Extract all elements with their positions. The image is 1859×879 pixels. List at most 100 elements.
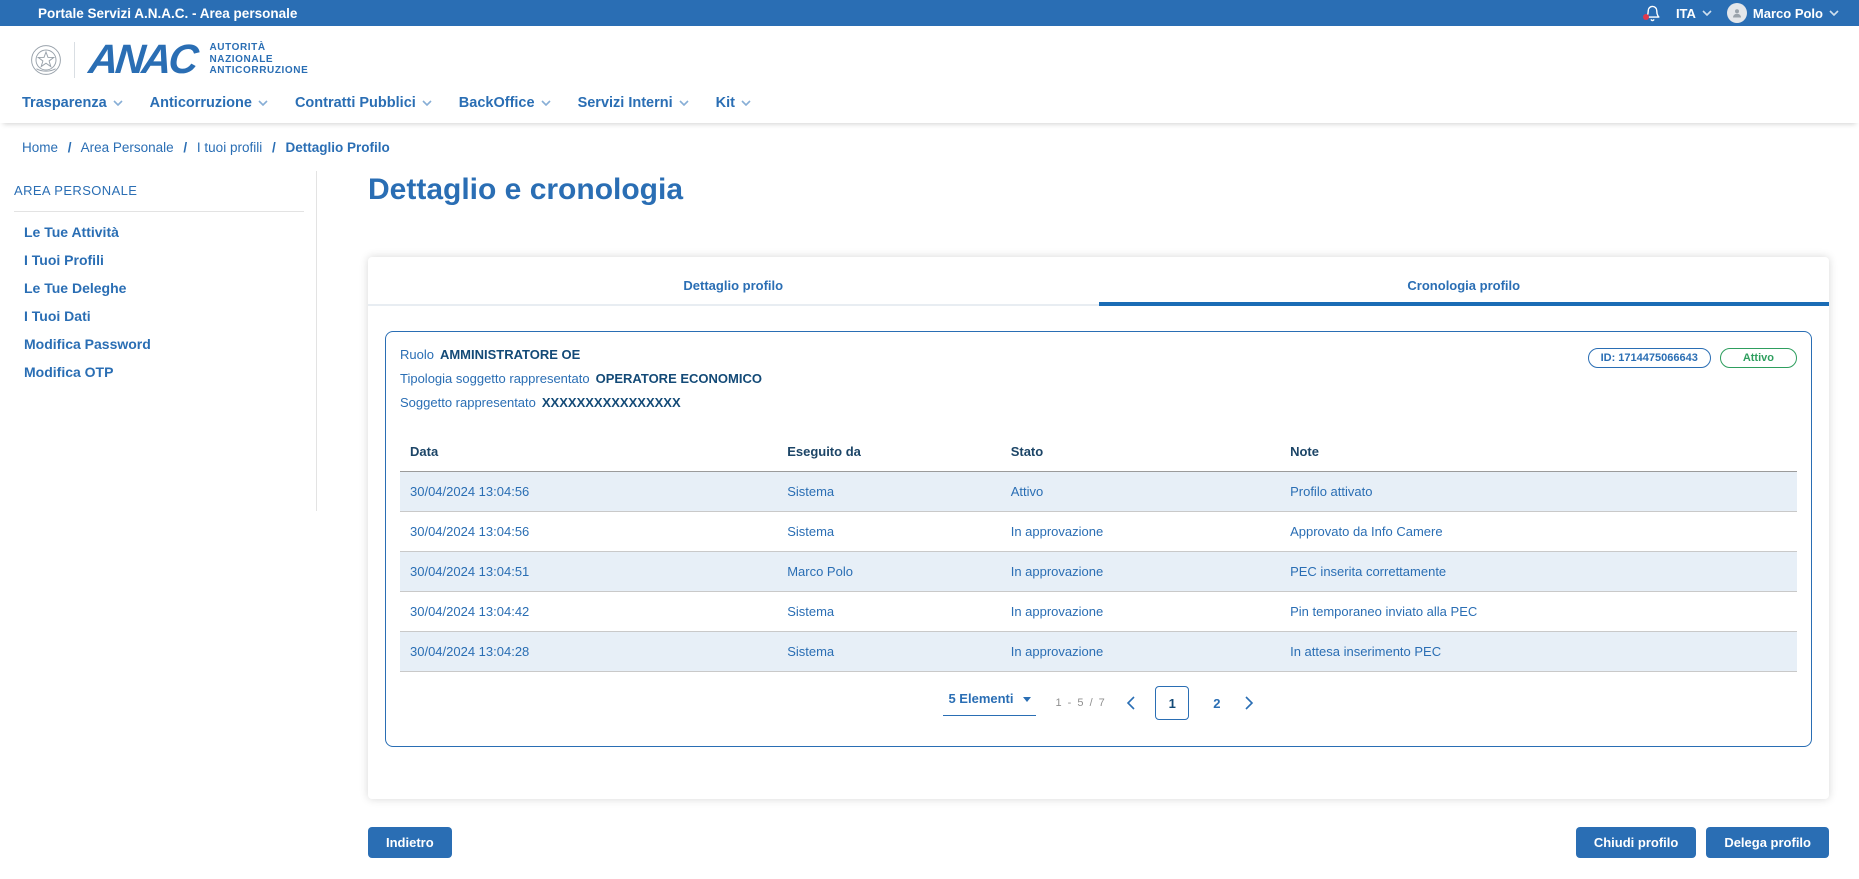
page-size-label: 5 Elementi (948, 690, 1014, 706)
sidebar-divider (14, 211, 304, 212)
nav-item-anticorruzione[interactable]: Anticorruzione (150, 95, 268, 111)
anac-logo[interactable]: ANAC (87, 36, 198, 82)
sidebar-item-i-tuoi-dati[interactable]: I Tuoi Dati (24, 309, 316, 324)
nav-item-kit[interactable]: Kit (716, 95, 751, 111)
chevron-down-icon (422, 100, 432, 106)
profile-id-badge: ID: 1714475066643 (1587, 348, 1711, 368)
breadcrumb-area-personale[interactable]: Area Personale (81, 140, 174, 155)
badges: ID: 1714475066643 Attivo (1587, 347, 1797, 368)
sidebar-item-i-tuoi-profili[interactable]: I Tuoi Profili (24, 253, 316, 268)
table-header-row: Data Eseguito da Stato Note (400, 432, 1797, 472)
sidebar-item-modifica-password[interactable]: Modifica Password (24, 337, 316, 352)
main-nav: Trasparenza Anticorruzione Contratti Pub… (0, 93, 1859, 123)
chevron-down-icon (679, 100, 689, 106)
notifications-bell-button[interactable] (1642, 5, 1661, 22)
portal-title: Portale Servizi A.N.A.C. - Area personal… (38, 5, 298, 21)
cell-data: 30/04/2024 13:04:51 (410, 564, 530, 579)
chevron-down-icon (258, 100, 268, 106)
cell-stato: In approvazione (1010, 524, 1104, 539)
notification-dot (1642, 13, 1649, 20)
table-row: 30/04/2024 13:04:51 Marco Polo In approv… (400, 552, 1797, 592)
chevron-right-icon (1244, 696, 1253, 710)
top-bar: Portale Servizi A.N.A.C. - Area personal… (0, 0, 1859, 26)
portal-page: Portale Servizi A.N.A.C. - Area personal… (0, 0, 1859, 879)
sidebar: AREA PERSONALE Le Tue Attività I Tuoi Pr… (0, 171, 317, 858)
user-avatar-icon (1732, 9, 1741, 18)
cell-eseguito-da: Sistema (787, 644, 835, 659)
subject-type-label: Tipologia soggetto rappresentato (400, 371, 590, 386)
column-header-eseguito-da: Eseguito da (777, 432, 1001, 472)
breadcrumb: Home / Area Personale / I tuoi profili /… (0, 123, 1859, 157)
cell-stato: In approvazione (1010, 644, 1104, 659)
back-button[interactable]: Indietro (368, 827, 452, 858)
sidebar-item-le-tue-deleghe[interactable]: Le Tue Deleghe (24, 281, 316, 296)
page-range-label: 1 - 5 / 7 (1055, 697, 1107, 709)
table-row: 30/04/2024 13:04:42 Sistema In approvazi… (400, 592, 1797, 632)
cell-stato: In approvazione (1010, 564, 1104, 579)
column-header-stato: Stato (1000, 432, 1281, 472)
nav-item-label: BackOffice (458, 95, 535, 111)
logo-line: ANTICORRUZIONE (209, 65, 309, 77)
next-page-button[interactable] (1244, 696, 1254, 710)
site-header: ANAC AUTORITÀ NAZIONALE ANTICORRUZIONE (0, 26, 1859, 93)
cell-data: 30/04/2024 13:04:28 (410, 644, 530, 659)
pagination: 5 Elementi 1 - 5 / 7 1 2 (400, 686, 1797, 720)
actions-row: Indietro Chiudi profilo Delega profilo (368, 827, 1829, 858)
page-button-1[interactable]: 1 (1155, 686, 1190, 720)
column-header-note: Note (1280, 432, 1797, 472)
chevron-down-icon (741, 100, 751, 106)
breadcrumb-separator: / (67, 140, 72, 155)
chevron-left-icon (1127, 696, 1135, 710)
anac-logo-subtitle: AUTORITÀ NAZIONALE ANTICORRUZIONE (209, 42, 308, 77)
nav-item-label: Kit (715, 95, 735, 111)
cell-eseguito-da: Sistema (787, 604, 835, 619)
subject-type-value: OPERATORE ECONOMICO (595, 371, 762, 386)
breadcrumb-current: Dettaglio Profilo (285, 140, 390, 155)
logo-line: AUTORITÀ (209, 42, 266, 54)
main-panel: Dettaglio e cronologia Dettaglio profilo… (317, 171, 1859, 858)
cell-data: 30/04/2024 13:04:56 (410, 524, 530, 539)
nav-item-label: Trasparenza (22, 95, 107, 111)
nav-item-label: Anticorruzione (149, 95, 252, 111)
user-menu[interactable]: Marco Polo (1726, 3, 1839, 23)
nav-item-contratti-pubblici[interactable]: Contratti Pubblici (295, 95, 432, 111)
role-label: Ruolo (400, 347, 434, 362)
language-label: ITA (1675, 5, 1696, 21)
breadcrumb-home[interactable]: Home (22, 140, 58, 155)
close-profile-button[interactable]: Chiudi profilo (1575, 827, 1697, 858)
sidebar-item-modifica-otp[interactable]: Modifica OTP (24, 365, 316, 380)
nav-item-backoffice[interactable]: BackOffice (459, 95, 551, 111)
nav-item-servizi-interni[interactable]: Servizi Interni (578, 95, 689, 111)
logo-line: NAZIONALE (209, 53, 274, 65)
cell-eseguito-da: Sistema (787, 524, 835, 539)
page-size-selector[interactable]: 5 Elementi (943, 690, 1036, 716)
page-button-2[interactable]: 2 (1209, 696, 1224, 711)
cell-stato: In approvazione (1010, 604, 1104, 619)
table-row: 30/04/2024 13:04:28 Sistema In approvazi… (400, 632, 1797, 672)
language-selector[interactable]: ITA (1676, 6, 1712, 21)
chevron-down-icon (113, 100, 123, 106)
role-value: AMMINISTRATORE OE (439, 347, 581, 362)
delegate-profile-button[interactable]: Delega profilo (1706, 827, 1829, 858)
profile-card: Dettaglio profilo Cronologia profilo Ruo… (368, 257, 1829, 799)
tab-cronologia-profilo[interactable]: Cronologia profilo (1098, 257, 1829, 306)
previous-page-button[interactable] (1126, 696, 1135, 710)
status-badge: Attivo (1719, 348, 1797, 368)
chevron-down-icon (1702, 10, 1712, 16)
cell-eseguito-da: Marco Polo (787, 564, 853, 579)
italy-emblem-icon (31, 44, 61, 75)
breadcrumb-i-tuoi-profili[interactable]: I tuoi profili (197, 140, 262, 155)
tab-dettaglio-profilo[interactable]: Dettaglio profilo (368, 257, 1099, 306)
dropdown-arrow-icon (1022, 697, 1031, 702)
nav-item-label: Contratti Pubblici (294, 95, 416, 111)
cell-stato: Attivo (1010, 484, 1044, 499)
user-name: Marco Polo (1752, 5, 1823, 21)
profile-info: Ruolo AMMINISTRATORE OE Tipologia soggett… (400, 347, 762, 419)
chevron-down-icon (1829, 10, 1839, 16)
sidebar-item-le-tue-attivita[interactable]: Le Tue Attività (24, 225, 316, 240)
breadcrumb-separator: / (183, 140, 188, 155)
page-title: Dettaglio e cronologia (368, 173, 684, 206)
cell-data: 30/04/2024 13:04:42 (410, 604, 530, 619)
cell-note: Profilo attivato (1290, 484, 1373, 499)
nav-item-trasparenza[interactable]: Trasparenza (22, 95, 123, 111)
